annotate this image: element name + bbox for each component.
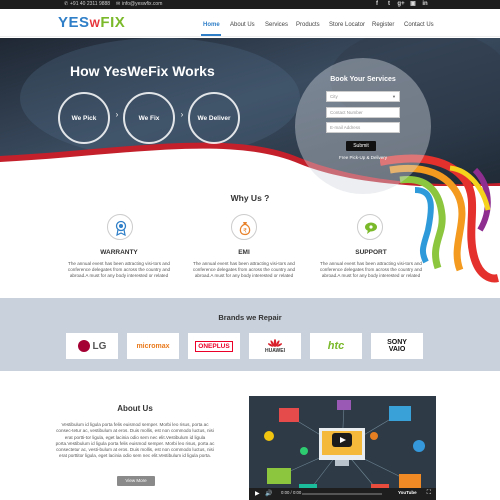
nav-item-products[interactable]: Products <box>296 21 320 29</box>
brand-huawei[interactable]: HUAWEI <box>249 333 301 359</box>
booking-note: Free Pick-Up & Delivery <box>338 155 387 160</box>
arrow-right-icon: › <box>180 110 184 119</box>
step-label: We Pick <box>71 114 97 122</box>
chat-bubble-icon <box>357 214 383 240</box>
chevron-down-icon: ▼ <box>392 94 396 99</box>
fullscreen-icon[interactable]: ⛶ <box>427 490 431 497</box>
video-thumbnail <box>249 396 436 500</box>
video-time: 0:00 / 0:00 <box>281 490 302 495</box>
svg-text:₹: ₹ <box>243 228 247 235</box>
youtube-logo[interactable]: YouTube <box>398 490 417 495</box>
brand-label: micromax <box>136 342 170 350</box>
nav-item-contact[interactable]: Contact Us <box>404 21 434 29</box>
submit-button[interactable]: Submit <box>346 141 376 151</box>
booking-title: Book Your Services <box>330 76 396 83</box>
step-we-pick: We Pick <box>58 92 110 144</box>
city-placeholder: City <box>330 94 338 99</box>
video-player[interactable] <box>249 396 436 500</box>
lg-logo-icon <box>77 340 90 352</box>
video-progress-bar[interactable] <box>302 493 382 495</box>
brand-label: ONEPLUS <box>195 340 233 352</box>
feature-title-emi: EMI <box>238 249 250 256</box>
nav-item-about[interactable]: About Us <box>230 21 255 29</box>
twitter-icon[interactable]: t <box>384 1 394 8</box>
view-more-button[interactable]: View More <box>117 476 155 486</box>
email-field[interactable]: E-mail Address <box>326 122 400 133</box>
step-label: We Deliver <box>197 114 231 122</box>
brands-title: Brands we Repair <box>218 313 282 322</box>
volume-icon[interactable]: 🔊 <box>265 490 272 497</box>
why-us-title: Why Us ? <box>230 193 270 203</box>
nav-item-home[interactable]: Home <box>203 21 220 29</box>
city-select[interactable]: City ▼ <box>326 91 400 102</box>
google-plus-icon[interactable]: g+ <box>396 1 406 8</box>
brand-label: LG <box>92 340 107 352</box>
feature-desc-warranty: The annual event has been attracting vis… <box>67 261 171 278</box>
top-bar: ✆ +91 40 2311 9888 ✉ info@yeswfix.com f … <box>0 0 500 9</box>
feature-title-warranty: WARRANTY <box>100 249 138 256</box>
brand-micromax[interactable]: micromax <box>127 333 179 359</box>
youtube-icon[interactable]: ▣ <box>408 1 418 8</box>
feature-desc-emi: The annual event has been attracting vis… <box>192 261 296 278</box>
nav-item-services[interactable]: Services <box>265 21 288 29</box>
brand-oneplus[interactable]: ONEPLUS <box>188 333 240 359</box>
logo-yes: YES <box>58 14 90 31</box>
arrow-right-icon: › <box>115 110 119 119</box>
award-ribbon-icon <box>107 214 133 240</box>
feature-title-support: SUPPORT <box>355 249 387 256</box>
nav-item-register[interactable]: Register <box>372 21 394 29</box>
feature-desc-support: The annual event has been attracting vis… <box>319 261 423 278</box>
step-label: We Fix <box>138 114 160 122</box>
brand-lg[interactable]: LG <box>66 333 118 359</box>
facebook-icon[interactable]: f <box>372 1 382 8</box>
brand-label: HUAWEI <box>265 347 285 354</box>
contact-number-field[interactable]: Contact Number <box>326 107 400 118</box>
step-we-deliver: We Deliver <box>188 92 240 144</box>
mail-icon: ✉ <box>116 1 121 7</box>
nav-item-store-locator[interactable]: Store Locator <box>329 21 365 29</box>
step-we-fix: We Fix <box>123 92 175 144</box>
brand-sony-vaio[interactable]: SONY VAIO <box>371 333 423 359</box>
phone-number: +91 40 2311 9888 <box>70 1 111 7</box>
brand-label: SONY VAIO <box>387 339 407 353</box>
logo-w: W <box>89 18 101 30</box>
email-address: info@yeswfix.com <box>122 1 163 7</box>
brand-htc[interactable]: htc <box>310 333 362 359</box>
logo-fix: FIX <box>100 14 126 31</box>
linkedin-icon[interactable]: in <box>420 1 430 8</box>
play-button-icon[interactable] <box>332 433 352 447</box>
about-title: About Us <box>117 404 153 413</box>
play-icon[interactable]: ▶ <box>255 490 260 497</box>
about-text: Vestibulum id ligula porta felis euismod… <box>55 422 215 459</box>
brand-label: htc <box>327 340 345 352</box>
site-logo[interactable]: YESWFIX <box>58 14 125 33</box>
huawei-logo-icon <box>268 338 282 347</box>
money-bag-icon: ₹ <box>231 214 257 240</box>
active-nav-indicator <box>201 34 221 36</box>
hero-title: How YesWeFix Works <box>70 63 215 79</box>
phone-icon: ✆ <box>64 1 69 7</box>
